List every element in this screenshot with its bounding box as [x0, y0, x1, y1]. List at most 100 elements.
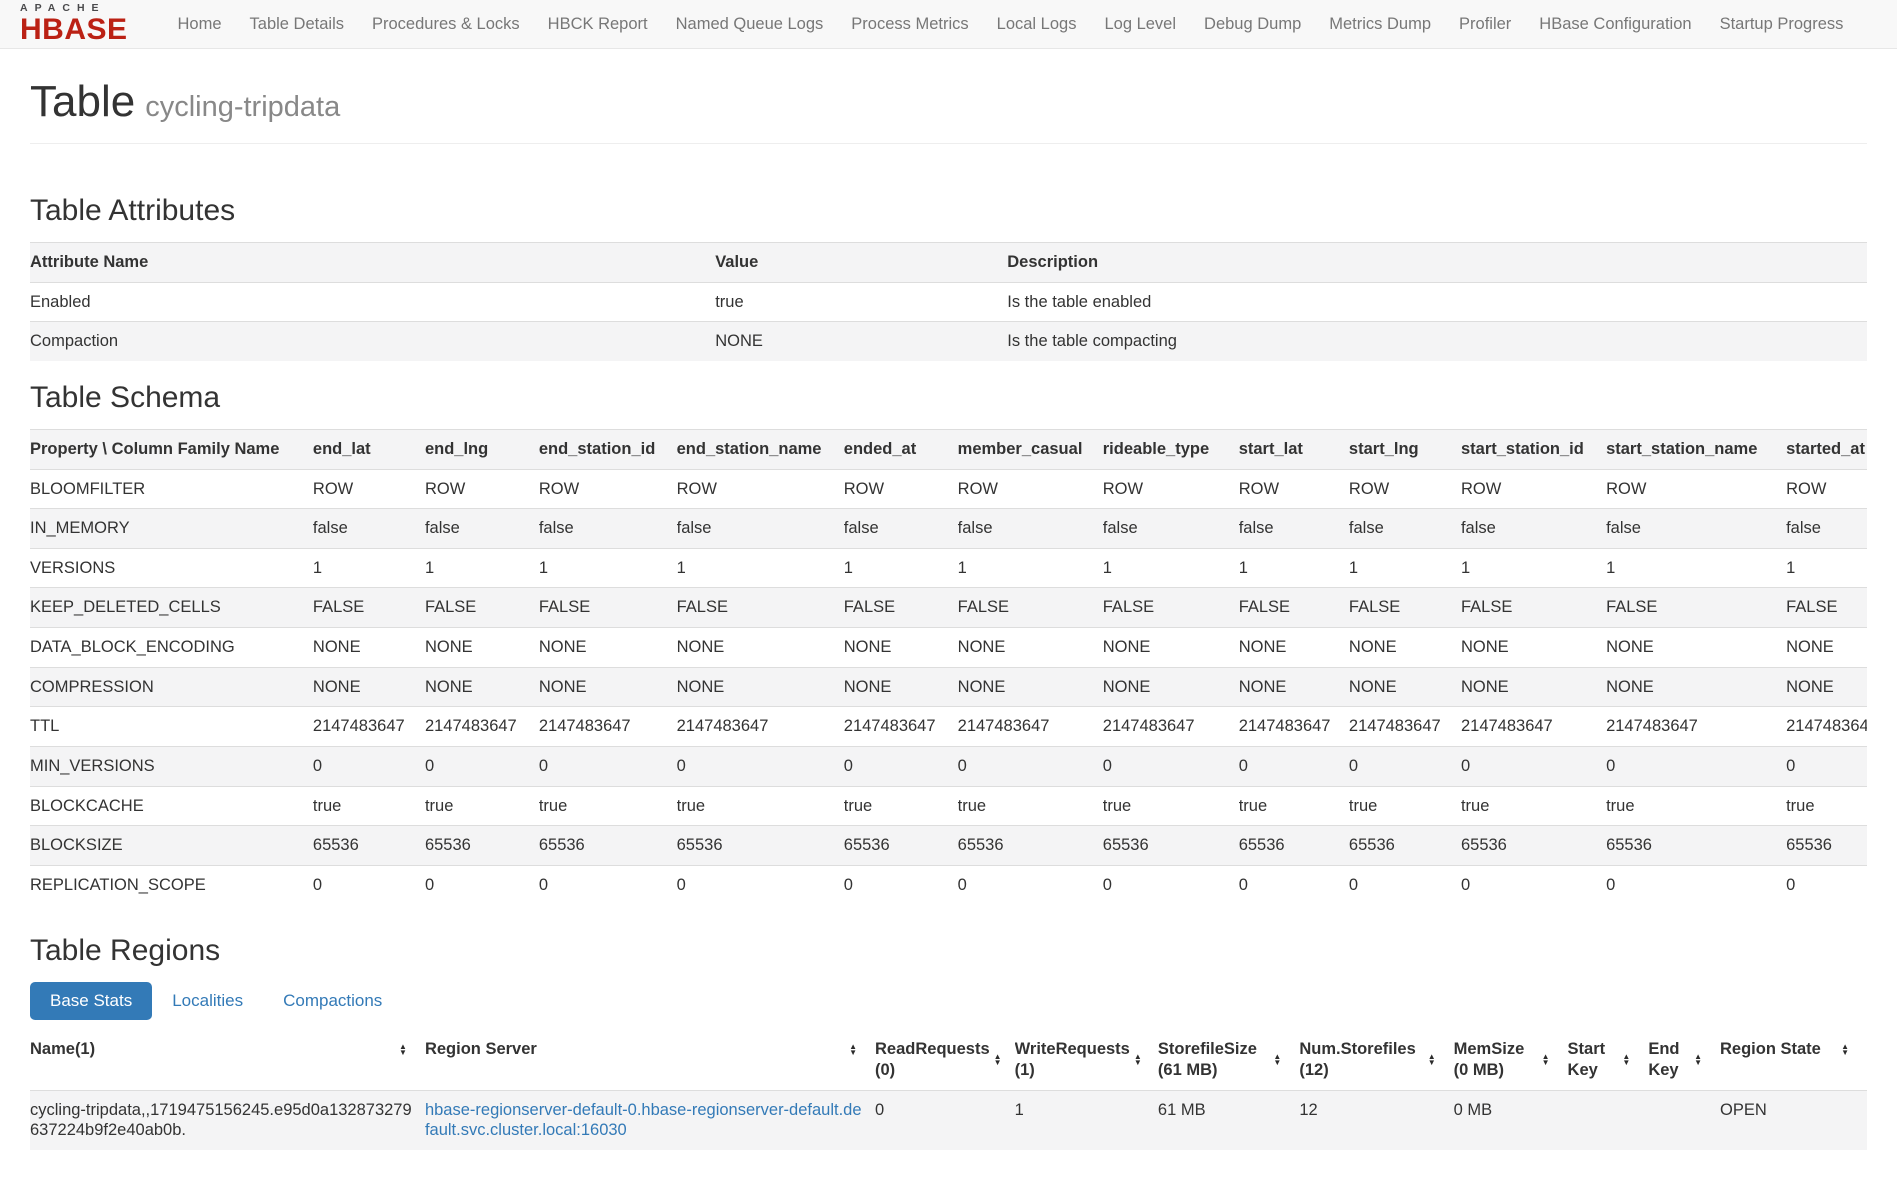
schema-property-value: 65536	[677, 826, 844, 866]
schema-property-value: NONE	[1239, 628, 1349, 668]
schema-col-property: Property \ Column Family Name	[30, 429, 313, 469]
sort-icon[interactable]: ▲▼	[994, 1054, 1002, 1066]
attribute-value: true	[715, 282, 1007, 322]
schema-property-value: NONE	[425, 628, 539, 668]
schema-property-value: 0	[1349, 865, 1461, 904]
region-state: OPEN	[1720, 1090, 1867, 1150]
nav-item[interactable]: Profiler	[1445, 1, 1525, 48]
attributes-col-description: Description	[1007, 243, 1867, 283]
schema-property-value: false	[1239, 509, 1349, 549]
schema-property-value: FALSE	[1239, 588, 1349, 628]
regions-col-label: Num.Storefiles (12)	[1299, 1039, 1423, 1080]
schema-property-value: 2147483647	[425, 707, 539, 747]
regions-tab-compactions[interactable]: Compactions	[263, 982, 402, 1020]
schema-property-value: 1	[1606, 548, 1786, 588]
attribute-name: Compaction	[30, 322, 715, 361]
regions-col-writerequests-1[interactable]: WriteRequests (1)▲▼	[1015, 1030, 1158, 1090]
nav-item[interactable]: Named Queue Logs	[662, 1, 838, 48]
region-server-link[interactable]: hbase-regionserver-default-0.hbase-regio…	[425, 1101, 862, 1140]
schema-property-value: 1	[677, 548, 844, 588]
regions-col-memsize-0-mb[interactable]: MemSize (0 MB)▲▼	[1454, 1030, 1568, 1090]
nav-item[interactable]: HBase Configuration	[1525, 1, 1705, 48]
attribute-value: NONE	[715, 322, 1007, 361]
schema-property-name: KEEP_DELETED_CELLS	[30, 588, 313, 628]
sort-icon[interactable]: ▲▼	[849, 1044, 857, 1056]
region-num-storefiles: 12	[1299, 1090, 1453, 1150]
regions-col-region-server[interactable]: Region Server▲▼	[425, 1030, 875, 1090]
attribute-name: Enabled	[30, 282, 715, 322]
regions-col-readrequests-0[interactable]: ReadRequests (0) ▲▼	[875, 1030, 1015, 1090]
sort-icon[interactable]: ▲▼	[1694, 1054, 1702, 1066]
hbase-logo-apache-text: APACHE	[20, 3, 128, 14]
sort-icon[interactable]: ▲▼	[399, 1044, 407, 1056]
schema-property-value: true	[1239, 786, 1349, 826]
schema-property-value: NONE	[1103, 628, 1239, 668]
sort-icon[interactable]: ▲▼	[1273, 1054, 1281, 1066]
schema-property-name: BLOOMFILTER	[30, 469, 313, 509]
nav-item[interactable]: Debug Dump	[1190, 1, 1315, 48]
sort-icon[interactable]: ▲▼	[1542, 1054, 1550, 1066]
schema-property-value: NONE	[677, 628, 844, 668]
schema-property-value: FALSE	[677, 588, 844, 628]
schema-property-value: 2147483647	[1606, 707, 1786, 747]
sort-icon[interactable]: ▲▼	[1428, 1054, 1436, 1066]
schema-row: BLOOMFILTERROWROWROWROWROWROWROWROWROWRO…	[30, 469, 1867, 509]
attribute-description: Is the table enabled	[1007, 282, 1867, 322]
regions-col-start-key[interactable]: Start Key▲▼	[1568, 1030, 1649, 1090]
schema-property-value: FALSE	[1103, 588, 1239, 628]
nav-item[interactable]: Log Level	[1090, 1, 1190, 48]
regions-col-label: Name(1)	[30, 1039, 95, 1060]
schema-property-value: 65536	[1461, 826, 1606, 866]
sort-icon[interactable]: ▲▼	[1622, 1054, 1630, 1066]
nav-item[interactable]: Metrics Dump	[1315, 1, 1445, 48]
schema-property-value: NONE	[1103, 667, 1239, 707]
nav-item[interactable]: Procedures & Locks	[358, 1, 534, 48]
schema-col-family: member_casual	[958, 429, 1103, 469]
hbase-logo-hbase-text: HBASE	[20, 15, 128, 45]
nav-item[interactable]: Process Metrics	[837, 1, 982, 48]
regions-col-storefilesize-61-mb[interactable]: StorefileSize (61 MB)▲▼	[1158, 1030, 1299, 1090]
nav-item[interactable]: Startup Progress	[1706, 1, 1858, 48]
regions-col-label: Region State	[1720, 1039, 1821, 1060]
schema-property-value: 0	[1239, 865, 1349, 904]
region-mem-size: 0 MB	[1454, 1090, 1568, 1150]
schema-property-value: 0	[425, 746, 539, 786]
schema-property-value: NONE	[1239, 667, 1349, 707]
schema-property-value: ROW	[1786, 469, 1867, 509]
schema-property-value: 65536	[1349, 826, 1461, 866]
schema-property-value: false	[313, 509, 425, 549]
schema-property-value: false	[1349, 509, 1461, 549]
nav-item[interactable]: Table Details	[236, 1, 358, 48]
attribute-row-compaction: Compaction NONE Is the table compacting	[30, 322, 1867, 361]
schema-property-value: 65536	[844, 826, 958, 866]
regions-tab-localities[interactable]: Localities	[152, 982, 263, 1020]
schema-property-value: ROW	[1606, 469, 1786, 509]
schema-property-name: TTL	[30, 707, 313, 747]
nav-item[interactable]: HBCK Report	[534, 1, 662, 48]
regions-col-end-key[interactable]: End Key▲▼	[1648, 1030, 1720, 1090]
regions-col-region-state[interactable]: Region State ▲▼	[1720, 1030, 1867, 1090]
schema-row: BLOCKSIZE6553665536655366553665536655366…	[30, 826, 1867, 866]
schema-property-value: false	[958, 509, 1103, 549]
schema-property-value: 0	[313, 746, 425, 786]
nav-item[interactable]: Local Logs	[983, 1, 1091, 48]
regions-tab-base-stats[interactable]: Base Stats	[30, 982, 152, 1020]
schema-row: MIN_VERSIONS000000000000	[30, 746, 1867, 786]
regions-col-name-1[interactable]: Name(1) ▲▼	[30, 1030, 425, 1090]
regions-col-num-storefiles-12[interactable]: Num.Storefiles (12) ▲▼	[1299, 1030, 1453, 1090]
schema-property-value: ROW	[844, 469, 958, 509]
schema-col-family: end_lng	[425, 429, 539, 469]
region-storefile-size: 61 MB	[1158, 1090, 1299, 1150]
nav-item[interactable]: Home	[164, 1, 236, 48]
schema-property-value: 0	[539, 746, 677, 786]
sort-icon[interactable]: ▲▼	[1134, 1054, 1142, 1066]
schema-table-body: Property \ Column Family Nameend_latend_…	[30, 429, 1867, 904]
regions-col-label: ReadRequests (0)	[875, 1039, 990, 1080]
page-content: Tablecycling-tripdata Table Attributes A…	[0, 77, 1897, 1180]
schema-property-value: NONE	[958, 667, 1103, 707]
hbase-logo[interactable]: APACHE HBASE	[10, 1, 138, 48]
sort-icon[interactable]: ▲▼	[1841, 1044, 1849, 1056]
schema-property-value: NONE	[425, 667, 539, 707]
schema-property-value: 0	[1239, 746, 1349, 786]
schema-property-value: false	[1606, 509, 1786, 549]
